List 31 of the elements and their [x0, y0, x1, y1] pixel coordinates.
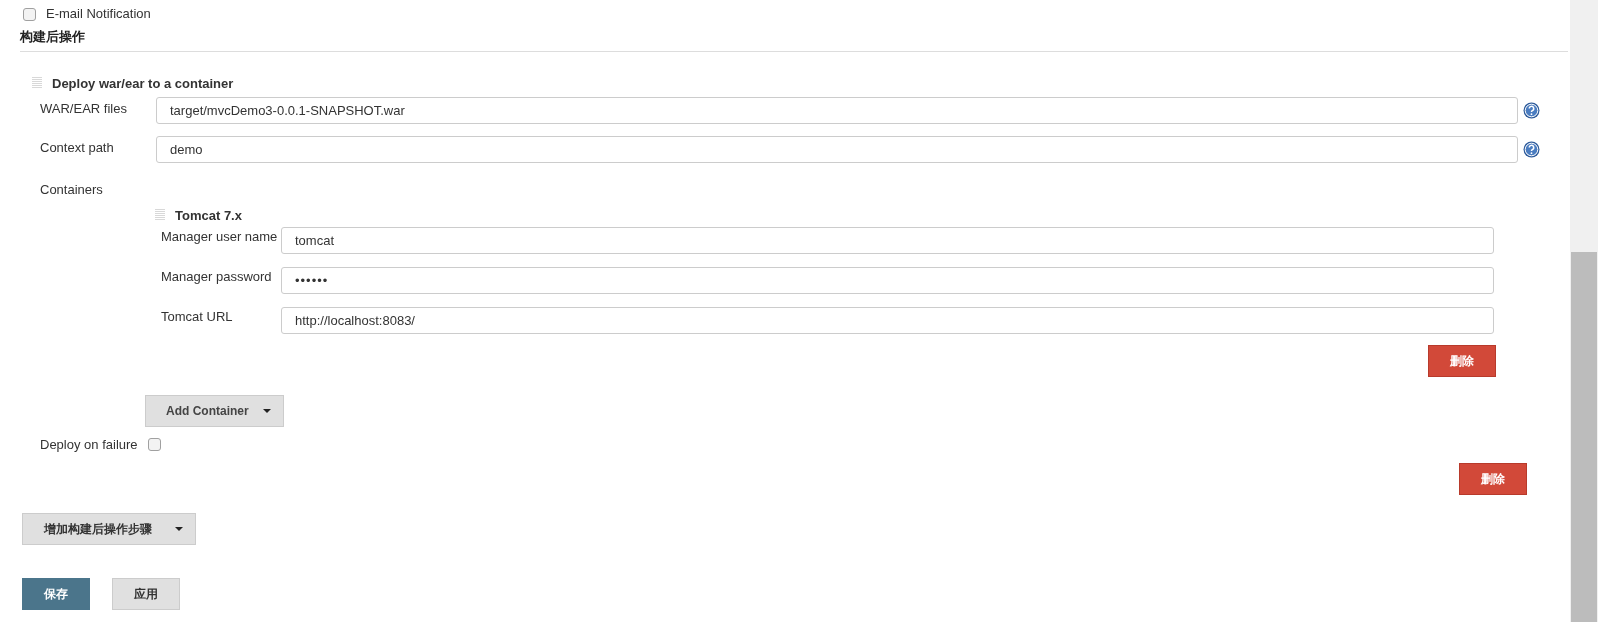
field-label: Context path — [40, 139, 115, 157]
apply-button[interactable]: 应用 — [112, 577, 180, 610]
save-button[interactable]: 保存 — [22, 577, 90, 610]
checkbox[interactable] — [147, 438, 161, 452]
scrollbar[interactable] — [1570, 0, 1598, 622]
password-field[interactable]: •••••• — [281, 267, 1494, 294]
step-title: Deploy war/ear to a container — [52, 74, 234, 93]
drag-handle-icon[interactable] — [32, 77, 43, 90]
section-title: 构建后操作 — [20, 29, 85, 44]
caret-icon — [263, 409, 271, 413]
add-container-button[interactable]: Add Container — [145, 395, 284, 427]
delete-button[interactable]: 删除 — [1459, 462, 1527, 495]
checkbox-label: E-mail Notification — [46, 5, 151, 24]
input-field[interactable]: http://localhost:8083/ — [281, 307, 1494, 334]
checkbox-label: Deploy on failure — [40, 436, 138, 454]
help-icon[interactable] — [1523, 141, 1540, 158]
checkbox[interactable] — [23, 7, 36, 21]
add-step-button[interactable]: 增加构建后操作步骤 — [22, 512, 196, 545]
caret-icon — [175, 526, 183, 531]
delete-button[interactable]: 删除 — [1428, 345, 1496, 377]
container-title: Tomcat 7.x — [175, 206, 242, 225]
help-icon[interactable] — [1523, 102, 1540, 119]
field-label: Tomcat URL — [161, 308, 234, 326]
input-field[interactable]: demo — [156, 136, 1518, 163]
input-field[interactable]: target/mvcDemo3-0.0.1-SNAPSHOT.war — [156, 97, 1518, 124]
input-field[interactable]: tomcat — [281, 227, 1494, 254]
field-label: Manager user name — [161, 228, 279, 246]
drag-handle-icon[interactable] — [155, 209, 166, 222]
field-label: WAR/EAR files — [40, 100, 128, 118]
field-label: Containers — [39, 181, 104, 199]
field-label: Manager password — [161, 268, 273, 286]
